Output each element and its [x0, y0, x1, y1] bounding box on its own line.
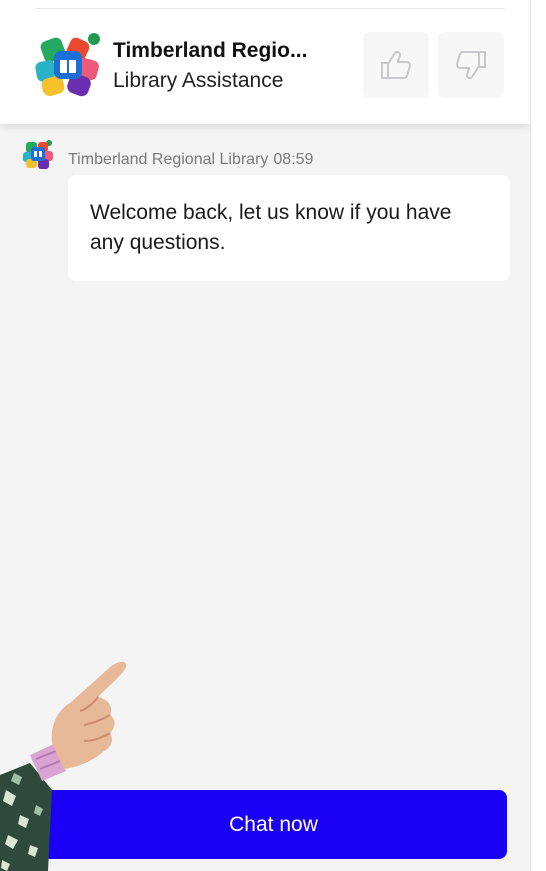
- chat-subtitle: Library Assistance: [113, 69, 284, 92]
- sender-avatar-icon: [23, 140, 53, 169]
- chat-title: Timberland Regio...: [113, 39, 308, 62]
- chat-header: Timberland Regio... Library Assistance: [0, 0, 530, 124]
- header-divider: [35, 8, 505, 9]
- message-meta: Timberland Regional Library 08:59: [68, 151, 313, 169]
- message-sender: Timberland Regional Library: [68, 151, 269, 168]
- message-bubble: Welcome back, let us know if you have an…: [68, 175, 510, 281]
- message-time: 08:59: [273, 151, 314, 168]
- thumbs-down-button[interactable]: [438, 32, 504, 98]
- chat-now-label: Chat now: [229, 812, 318, 836]
- thumbs-up-button[interactable]: [363, 32, 429, 98]
- message-text: Welcome back, let us know if you have an…: [90, 201, 452, 254]
- library-logo-icon: [35, 33, 100, 97]
- thumbs-down-icon: [456, 51, 486, 80]
- thumbs-up-icon: [381, 50, 411, 79]
- pointing-hand-icon: [0, 661, 127, 871]
